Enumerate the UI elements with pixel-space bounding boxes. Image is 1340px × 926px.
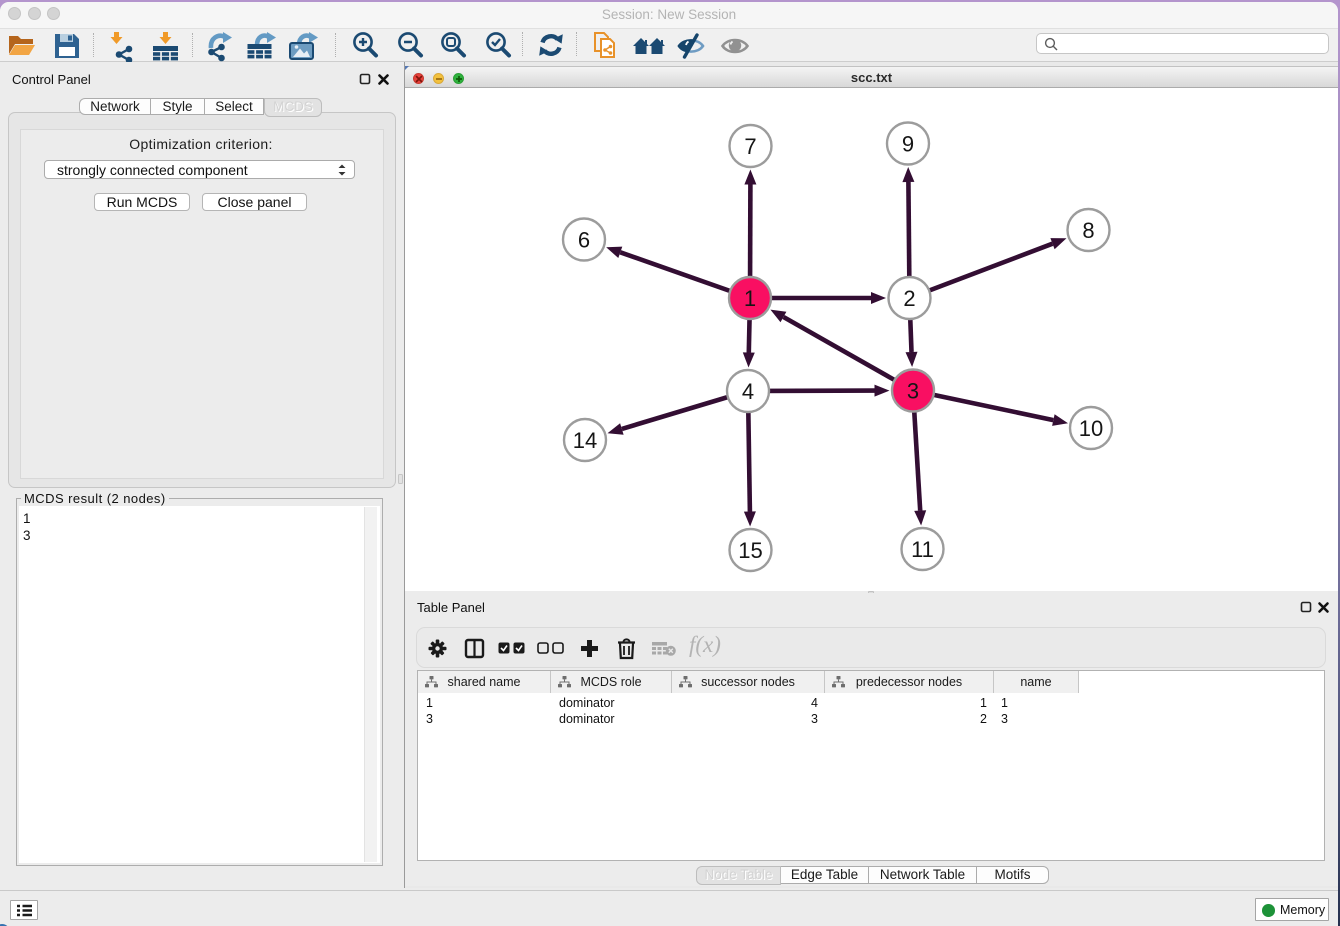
svg-text:4: 4	[742, 379, 754, 404]
svg-text:10: 10	[1079, 416, 1103, 441]
svg-text:14: 14	[573, 428, 597, 453]
svg-text:3: 3	[907, 378, 919, 403]
svg-text:8: 8	[1082, 218, 1094, 243]
svg-text:15: 15	[738, 538, 762, 563]
svg-text:9: 9	[902, 131, 914, 156]
svg-text:1: 1	[744, 286, 756, 311]
svg-text:11: 11	[911, 537, 934, 562]
svg-text:7: 7	[744, 134, 756, 159]
svg-text:2: 2	[903, 286, 915, 311]
svg-text:6: 6	[578, 227, 590, 252]
